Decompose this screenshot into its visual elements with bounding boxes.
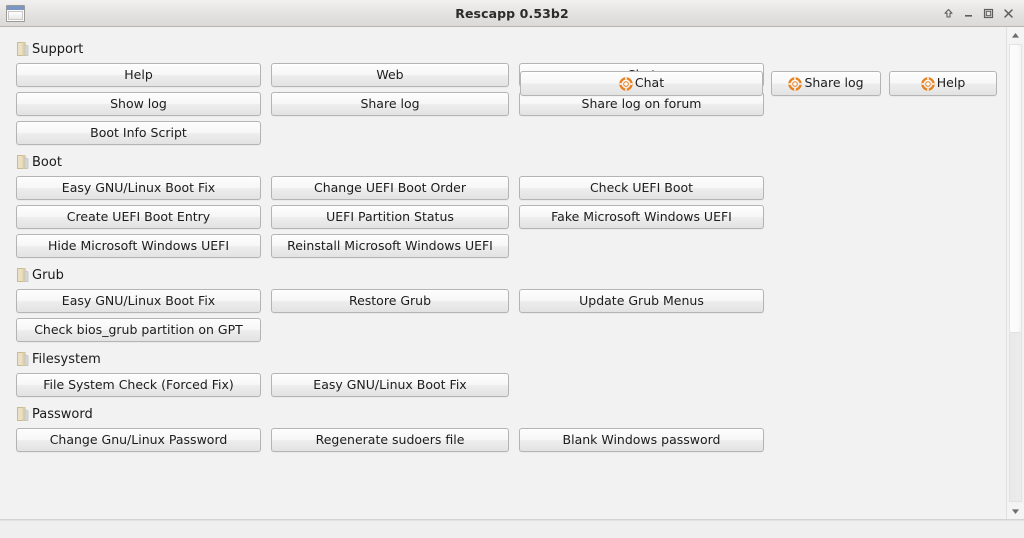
action-button-label: Share log on forum — [582, 98, 702, 111]
action-button-label: Share log — [360, 98, 419, 111]
action-button-label: Regenerate sudoers file — [316, 434, 465, 447]
section-title: Boot — [32, 155, 62, 170]
toolbar-share-log-label: Share log — [804, 77, 863, 90]
section-header-password: Password — [0, 402, 1006, 426]
action-button-label: Change Gnu/Linux Password — [50, 434, 228, 447]
toolbar-help-button[interactable]: Help — [889, 71, 997, 96]
section-header-boot: Boot — [0, 150, 1006, 174]
action-button-label: Reinstall Microsoft Windows UEFI — [287, 240, 493, 253]
action-button-share-log[interactable]: Share log — [271, 92, 509, 116]
button-row: File System Check (Forced Fix) Easy GNU/L… — [0, 373, 1006, 397]
action-button-boot-info-script[interactable]: Boot Info Script — [16, 121, 261, 145]
action-button-uefi-partition-status[interactable]: UEFI Partition Status — [271, 205, 509, 229]
button-row: Change Gnu/Linux Password Regenerate sudo… — [0, 428, 1006, 452]
action-button-label: Easy GNU/Linux Boot Fix — [313, 379, 466, 392]
action-button-check-uefi-boot[interactable]: Check UEFI Boot — [519, 176, 764, 200]
lifebuoy-icon — [788, 77, 802, 91]
rescapp-window: Rescapp 0.53b2 — [0, 0, 1024, 538]
action-button-label: Fake Microsoft Windows UEFI — [551, 211, 732, 224]
action-button-label: Change UEFI Boot Order — [314, 182, 466, 195]
sections-list: Support Help Web Chat Show log Share log Share… — [0, 37, 1006, 452]
action-button-label: UEFI Partition Status — [326, 211, 454, 224]
action-button-label: Blank Windows password — [563, 434, 721, 447]
scroll-down-button[interactable] — [1007, 503, 1024, 519]
action-button-fake-microsoft-windows-uefi[interactable]: Fake Microsoft Windows UEFI — [519, 205, 764, 229]
action-button-label: Create UEFI Boot Entry — [67, 211, 210, 224]
maximize-button[interactable] — [980, 5, 997, 22]
status-bar — [0, 520, 1024, 538]
folder-icon — [16, 267, 30, 283]
action-button-update-grub-menus[interactable]: Update Grub Menus — [519, 289, 764, 313]
action-button-help[interactable]: Help — [16, 63, 261, 87]
lifebuoy-icon — [921, 77, 935, 91]
action-button-check-bios-grub-partition-on-gpt[interactable]: Check bios_grub partition on GPT — [16, 318, 261, 342]
window-title: Rescapp 0.53b2 — [0, 6, 1024, 21]
title-bar: Rescapp 0.53b2 — [0, 0, 1024, 27]
action-button-create-uefi-boot-entry[interactable]: Create UEFI Boot Entry — [16, 205, 261, 229]
action-button-label: File System Check (Forced Fix) — [43, 379, 234, 392]
top-toolbar: Chat Share log — [520, 71, 1000, 96]
scrollbar-trough-lower[interactable] — [1009, 333, 1022, 502]
action-button-easy-gnu-linux-boot-fix[interactable]: Easy GNU/Linux Boot Fix — [271, 373, 509, 397]
vertical-scrollbar[interactable] — [1006, 27, 1024, 519]
scroll-viewport: Chat Share log — [0, 27, 1006, 519]
action-button-change-gnu-linux-password[interactable]: Change Gnu/Linux Password — [16, 428, 261, 452]
button-row: Easy GNU/Linux Boot Fix Change UEFI Boot … — [0, 176, 1006, 200]
action-button-label: Hide Microsoft Windows UEFI — [48, 240, 229, 253]
section-title: Grub — [32, 268, 64, 283]
section-header-support: Support — [0, 37, 1006, 61]
action-button-web[interactable]: Web — [271, 63, 509, 87]
window-icon — [6, 5, 25, 22]
action-button-file-system-check-forced-fix[interactable]: File System Check (Forced Fix) — [16, 373, 261, 397]
content-area: Chat Share log — [0, 27, 1024, 520]
action-button-label: Check UEFI Boot — [590, 182, 693, 195]
action-button-reinstall-microsoft-windows-uefi[interactable]: Reinstall Microsoft Windows UEFI — [271, 234, 509, 258]
scroll-up-button[interactable] — [1007, 27, 1024, 43]
section-title: Filesystem — [32, 352, 101, 367]
folder-icon — [16, 154, 30, 170]
button-row: Easy GNU/Linux Boot Fix Restore Grub Updat… — [0, 289, 1006, 313]
action-button-label: Update Grub Menus — [579, 295, 704, 308]
action-button-label: Easy GNU/Linux Boot Fix — [62, 295, 215, 308]
action-button-hide-microsoft-windows-uefi[interactable]: Hide Microsoft Windows UEFI — [16, 234, 261, 258]
folder-icon — [16, 41, 30, 57]
lifebuoy-icon — [619, 77, 633, 91]
folder-icon — [16, 406, 30, 422]
button-row: Check bios_grub partition on GPT — [0, 318, 1006, 342]
action-button-regenerate-sudoers-file[interactable]: Regenerate sudoers file — [271, 428, 509, 452]
action-button-easy-gnu-linux-boot-fix[interactable]: Easy GNU/Linux Boot Fix — [16, 176, 261, 200]
close-button[interactable] — [1000, 5, 1017, 22]
button-row: Hide Microsoft Windows UEFI Reinstall Mic… — [0, 234, 1006, 258]
action-button-blank-windows-password[interactable]: Blank Windows password — [519, 428, 764, 452]
action-button-show-log[interactable]: Show log — [16, 92, 261, 116]
action-button-change-uefi-boot-order[interactable]: Change UEFI Boot Order — [271, 176, 509, 200]
toolbar-chat-label: Chat — [635, 77, 664, 90]
toolbar-chat-button[interactable]: Chat — [520, 71, 763, 96]
action-button-restore-grub[interactable]: Restore Grub — [271, 289, 509, 313]
action-button-label: Restore Grub — [349, 295, 431, 308]
action-button-easy-gnu-linux-boot-fix[interactable]: Easy GNU/Linux Boot Fix — [16, 289, 261, 313]
scrollbar-thumb[interactable] — [1009, 44, 1022, 333]
button-row: Create UEFI Boot Entry UEFI Partition Sta… — [0, 205, 1006, 229]
section-title: Password — [32, 407, 93, 422]
section-title: Support — [32, 42, 83, 57]
shade-button[interactable] — [940, 5, 957, 22]
minimize-button[interactable] — [960, 5, 977, 22]
section-header-grub: Grub — [0, 263, 1006, 287]
button-row: Boot Info Script — [0, 121, 1006, 145]
action-button-label: Boot Info Script — [90, 127, 187, 140]
action-button-label: Easy GNU/Linux Boot Fix — [62, 182, 215, 195]
scrollbar-track[interactable] — [1009, 44, 1022, 502]
window-controls — [940, 5, 1024, 22]
section-header-filesystem: Filesystem — [0, 347, 1006, 371]
action-button-label: Check bios_grub partition on GPT — [34, 324, 243, 337]
toolbar-help-label: Help — [937, 77, 966, 90]
action-button-label: Web — [376, 69, 403, 82]
action-button-label: Show log — [110, 98, 167, 111]
toolbar-share-log-button[interactable]: Share log — [771, 71, 881, 96]
action-button-label: Help — [124, 69, 153, 82]
folder-icon — [16, 351, 30, 367]
